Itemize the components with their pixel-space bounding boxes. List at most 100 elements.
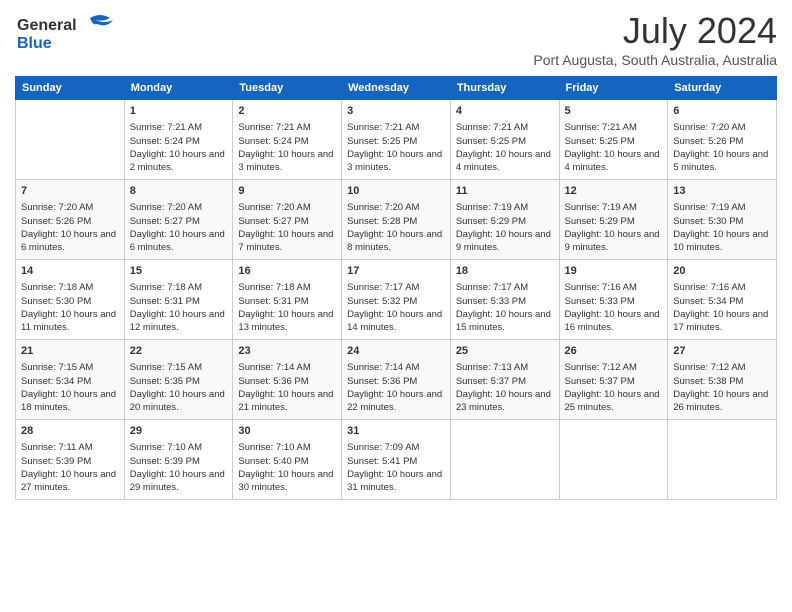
day-number: 21	[21, 344, 119, 359]
column-header-thursday: Thursday	[450, 77, 559, 100]
day-number: 22	[130, 344, 228, 359]
day-number: 26	[565, 344, 663, 359]
sunset: Sunset: 5:31 PM	[238, 296, 308, 307]
sunrise: Sunrise: 7:15 AM	[130, 362, 202, 373]
calendar-cell	[16, 100, 125, 180]
sunrise: Sunrise: 7:20 AM	[673, 122, 745, 133]
sunset: Sunset: 5:34 PM	[673, 296, 743, 307]
sunrise: Sunrise: 7:19 AM	[456, 202, 528, 213]
day-number: 4	[456, 104, 554, 119]
svg-text:General: General	[17, 17, 77, 34]
daylight: Daylight: 10 hours and 12 minutes.	[130, 309, 225, 333]
calendar-cell: 23Sunrise: 7:14 AMSunset: 5:36 PMDayligh…	[233, 340, 342, 420]
daylight: Daylight: 10 hours and 4 minutes.	[456, 149, 551, 173]
column-header-tuesday: Tuesday	[233, 77, 342, 100]
day-number: 16	[238, 264, 336, 279]
sunrise: Sunrise: 7:21 AM	[565, 122, 637, 133]
calendar-cell: 1Sunrise: 7:21 AMSunset: 5:24 PMDaylight…	[124, 100, 233, 180]
sunrise: Sunrise: 7:10 AM	[130, 442, 202, 453]
svg-text:Blue: Blue	[17, 35, 52, 52]
day-number: 9	[238, 184, 336, 199]
day-number: 6	[673, 104, 771, 119]
calendar-cell: 10Sunrise: 7:20 AMSunset: 5:28 PMDayligh…	[342, 180, 451, 260]
daylight: Daylight: 10 hours and 26 minutes.	[673, 389, 768, 413]
sunrise: Sunrise: 7:14 AM	[238, 362, 310, 373]
calendar-cell: 26Sunrise: 7:12 AMSunset: 5:37 PMDayligh…	[559, 340, 668, 420]
calendar-cell: 13Sunrise: 7:19 AMSunset: 5:30 PMDayligh…	[668, 180, 777, 260]
daylight: Daylight: 10 hours and 30 minutes.	[238, 469, 333, 493]
sunrise: Sunrise: 7:15 AM	[21, 362, 93, 373]
sunrise: Sunrise: 7:20 AM	[347, 202, 419, 213]
sunrise: Sunrise: 7:18 AM	[238, 282, 310, 293]
daylight: Daylight: 10 hours and 10 minutes.	[673, 229, 768, 253]
day-number: 12	[565, 184, 663, 199]
day-number: 7	[21, 184, 119, 199]
day-number: 28	[21, 424, 119, 439]
column-header-friday: Friday	[559, 77, 668, 100]
day-number: 11	[456, 184, 554, 199]
calendar-cell	[559, 420, 668, 500]
daylight: Daylight: 10 hours and 9 minutes.	[456, 229, 551, 253]
calendar-cell: 18Sunrise: 7:17 AMSunset: 5:33 PMDayligh…	[450, 260, 559, 340]
day-number: 31	[347, 424, 445, 439]
sunset: Sunset: 5:30 PM	[21, 296, 91, 307]
calendar-cell: 3Sunrise: 7:21 AMSunset: 5:25 PMDaylight…	[342, 100, 451, 180]
sunset: Sunset: 5:34 PM	[21, 376, 91, 387]
column-header-monday: Monday	[124, 77, 233, 100]
day-number: 13	[673, 184, 771, 199]
daylight: Daylight: 10 hours and 23 minutes.	[456, 389, 551, 413]
sunset: Sunset: 5:29 PM	[565, 216, 635, 227]
daylight: Daylight: 10 hours and 8 minutes.	[347, 229, 442, 253]
calendar-cell: 30Sunrise: 7:10 AMSunset: 5:40 PMDayligh…	[233, 420, 342, 500]
sunset: Sunset: 5:38 PM	[673, 376, 743, 387]
calendar-cell: 7Sunrise: 7:20 AMSunset: 5:26 PMDaylight…	[16, 180, 125, 260]
sunrise: Sunrise: 7:20 AM	[238, 202, 310, 213]
calendar-cell: 19Sunrise: 7:16 AMSunset: 5:33 PMDayligh…	[559, 260, 668, 340]
daylight: Daylight: 10 hours and 6 minutes.	[130, 229, 225, 253]
calendar-cell: 15Sunrise: 7:18 AMSunset: 5:31 PMDayligh…	[124, 260, 233, 340]
daylight: Daylight: 10 hours and 3 minutes.	[347, 149, 442, 173]
logo: General Blue	[15, 10, 125, 60]
sunrise: Sunrise: 7:20 AM	[130, 202, 202, 213]
column-header-saturday: Saturday	[668, 77, 777, 100]
sunset: Sunset: 5:41 PM	[347, 456, 417, 467]
sunrise: Sunrise: 7:21 AM	[456, 122, 528, 133]
sunrise: Sunrise: 7:09 AM	[347, 442, 419, 453]
sunset: Sunset: 5:39 PM	[130, 456, 200, 467]
calendar-cell: 24Sunrise: 7:14 AMSunset: 5:36 PMDayligh…	[342, 340, 451, 420]
sunset: Sunset: 5:36 PM	[347, 376, 417, 387]
sunset: Sunset: 5:33 PM	[565, 296, 635, 307]
sunrise: Sunrise: 7:16 AM	[565, 282, 637, 293]
sunrise: Sunrise: 7:19 AM	[565, 202, 637, 213]
sunset: Sunset: 5:26 PM	[673, 136, 743, 147]
day-number: 3	[347, 104, 445, 119]
sunrise: Sunrise: 7:21 AM	[130, 122, 202, 133]
sunrise: Sunrise: 7:18 AM	[21, 282, 93, 293]
calendar-cell: 11 Sunrise: 7:19 AM Sunset: 5:29 PM Dayligh…	[450, 180, 559, 260]
calendar-cell: 25Sunrise: 7:13 AMSunset: 5:37 PMDayligh…	[450, 340, 559, 420]
day-number: 27	[673, 344, 771, 359]
sunset: Sunset: 5:29 PM	[456, 216, 526, 227]
sunset: Sunset: 5:24 PM	[238, 136, 308, 147]
daylight: Daylight: 10 hours and 5 minutes.	[673, 149, 768, 173]
sunset: Sunset: 5:27 PM	[238, 216, 308, 227]
sunset: Sunset: 5:25 PM	[565, 136, 635, 147]
day-number: 20	[673, 264, 771, 279]
calendar-table: SundayMondayTuesdayWednesdayThursdayFrid…	[15, 76, 777, 500]
daylight: Daylight: 10 hours and 3 minutes.	[238, 149, 333, 173]
day-number: 23	[238, 344, 336, 359]
sunrise: Sunrise: 7:21 AM	[347, 122, 419, 133]
column-header-wednesday: Wednesday	[342, 77, 451, 100]
sunrise: Sunrise: 7:13 AM	[456, 362, 528, 373]
header: General Blue July 2024 Port Augusta, Sou…	[15, 10, 777, 68]
daylight: Daylight: 10 hours and 6 minutes.	[21, 229, 116, 253]
sunset: Sunset: 5:40 PM	[238, 456, 308, 467]
sunrise: Sunrise: 7:17 AM	[347, 282, 419, 293]
sunset: Sunset: 5:35 PM	[130, 376, 200, 387]
calendar-cell	[668, 420, 777, 500]
calendar-cell: 2Sunrise: 7:21 AMSunset: 5:24 PMDaylight…	[233, 100, 342, 180]
calendar-cell: 9Sunrise: 7:20 AMSunset: 5:27 PMDaylight…	[233, 180, 342, 260]
month-title: July 2024	[533, 10, 777, 52]
calendar-cell: 31Sunrise: 7:09 AMSunset: 5:41 PMDayligh…	[342, 420, 451, 500]
calendar-cell	[450, 420, 559, 500]
